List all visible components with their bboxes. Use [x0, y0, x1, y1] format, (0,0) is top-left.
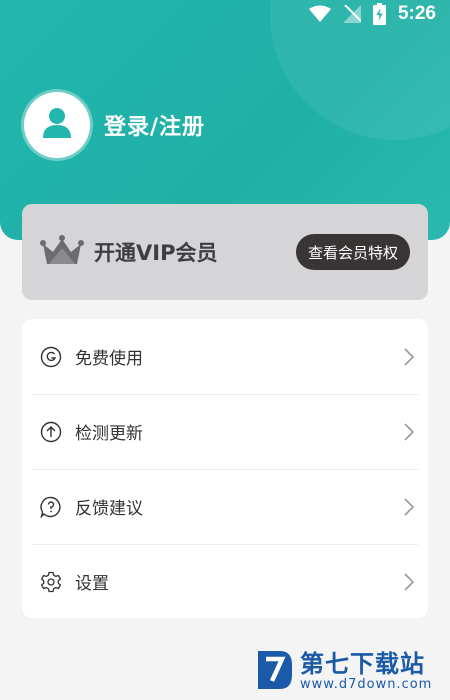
status-bar: 5:26	[308, 0, 436, 28]
vip-header: 开通VIP会员	[40, 234, 217, 270]
menu-item-label: 免费使用	[75, 349, 143, 369]
login-register-label[interactable]: 登录/注册	[104, 109, 205, 141]
menu-item-feedback[interactable]: 反馈建议	[22, 469, 428, 544]
watermark-url: www.d7down.com	[300, 677, 433, 692]
gear-icon	[40, 571, 62, 593]
user-icon	[42, 107, 72, 143]
watermark-title: 第七下载站	[300, 650, 425, 678]
menu-item-label: 设置	[75, 574, 109, 594]
chevron-right-icon	[404, 497, 418, 516]
vip-card[interactable]: 开通VIP会员 查看会员特权	[22, 204, 428, 300]
battery-charging-icon	[372, 3, 386, 25]
menu-item-label: 反馈建议	[75, 499, 143, 519]
upload-circle-icon	[40, 421, 62, 443]
g-circle-icon	[40, 346, 62, 368]
menu-item-label: 检测更新	[75, 424, 143, 444]
menu-item-check-update[interactable]: 检测更新	[22, 394, 428, 469]
chevron-right-icon	[404, 347, 418, 366]
menu-item-settings[interactable]: 设置	[22, 544, 428, 618]
watermark: 第七下载站 www.d7down.com	[256, 648, 432, 696]
menu-item-free-use[interactable]: 免费使用	[22, 319, 428, 394]
vip-title: 开通VIP会员	[94, 241, 218, 265]
question-chat-icon	[40, 496, 62, 518]
status-time: 5:26	[397, 3, 436, 24]
crown-icon	[40, 234, 84, 270]
profile-login[interactable]: 登录/注册	[24, 92, 205, 158]
wifi-icon	[308, 5, 331, 23]
chevron-right-icon	[404, 422, 418, 441]
avatar[interactable]	[24, 92, 90, 158]
signal-icon	[342, 5, 361, 23]
d7-logo-icon	[256, 647, 294, 697]
menu-list: 免费使用 检测更新 反馈建议 设置	[22, 319, 428, 618]
view-vip-privileges-button[interactable]: 查看会员特权	[295, 234, 410, 270]
chevron-right-icon	[404, 572, 418, 591]
